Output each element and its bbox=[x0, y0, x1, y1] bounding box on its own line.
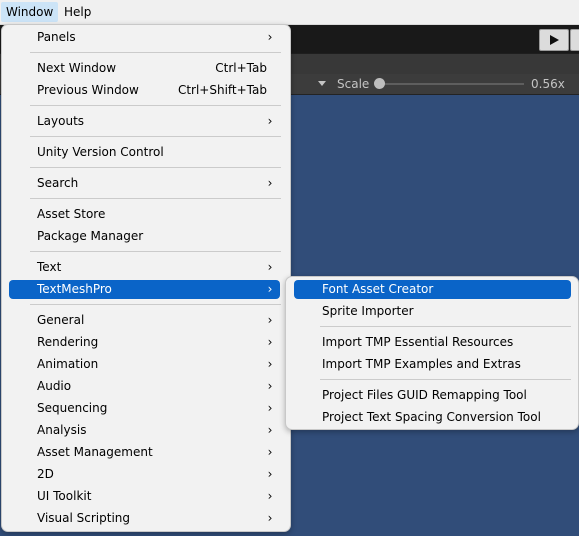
menu-item-font-asset-creator[interactable]: Font Asset Creator bbox=[294, 280, 571, 299]
menu-window[interactable]: Window bbox=[1, 2, 59, 22]
menu-item-label: Import TMP Examples and Extras bbox=[322, 357, 521, 371]
menu-item-2d[interactable]: 2D › bbox=[9, 465, 280, 484]
menu-separator bbox=[30, 136, 281, 137]
chevron-right-icon: › bbox=[267, 401, 273, 415]
chevron-right-icon: › bbox=[267, 260, 273, 274]
menu-item-shortcut: Ctrl+Shift+Tab bbox=[177, 83, 267, 97]
menu-item-next-window[interactable]: Next Window Ctrl+Tab bbox=[9, 59, 280, 78]
chevron-right-icon: › bbox=[267, 176, 273, 190]
menu-item-shortcut: Ctrl+Tab bbox=[215, 61, 267, 75]
menu-item-general[interactable]: General › bbox=[9, 311, 280, 330]
scale-label: Scale bbox=[337, 77, 370, 91]
menu-separator bbox=[30, 251, 281, 252]
menu-item-label: Analysis bbox=[37, 423, 87, 437]
menu-item-text[interactable]: Text › bbox=[9, 258, 280, 277]
menu-item-label: Asset Store bbox=[37, 207, 106, 221]
menu-item-label: Unity Version Control bbox=[37, 145, 164, 159]
scale-slider-track[interactable] bbox=[378, 83, 524, 85]
menu-separator bbox=[30, 52, 281, 53]
menu-separator bbox=[320, 379, 571, 380]
chevron-right-icon: › bbox=[267, 335, 273, 349]
menu-item-ui-toolkit[interactable]: UI Toolkit › bbox=[9, 487, 280, 506]
menu-item-label: Previous Window bbox=[37, 83, 139, 97]
menu-item-label: Panels bbox=[37, 30, 76, 44]
scale-slider-thumb[interactable] bbox=[374, 78, 385, 89]
menu-item-label: Visual Scripting bbox=[37, 511, 130, 525]
chevron-right-icon: › bbox=[267, 467, 273, 481]
chevron-right-icon: › bbox=[267, 379, 273, 393]
menu-item-asset-store[interactable]: Asset Store bbox=[9, 205, 280, 224]
play-button[interactable] bbox=[539, 29, 569, 51]
menu-item-label: Project Files GUID Remapping Tool bbox=[322, 388, 527, 402]
menu-item-import-tmp-essential-resources[interactable]: Import TMP Essential Resources bbox=[294, 333, 571, 352]
menu-separator bbox=[30, 198, 281, 199]
pause-button[interactable] bbox=[570, 29, 579, 51]
chevron-right-icon: › bbox=[267, 445, 273, 459]
menu-item-label: Audio bbox=[37, 379, 72, 393]
menu-item-import-tmp-examples[interactable]: Import TMP Examples and Extras bbox=[294, 355, 571, 374]
menu-item-search[interactable]: Search › bbox=[9, 174, 280, 193]
menu-item-sprite-importer[interactable]: Sprite Importer bbox=[294, 302, 571, 321]
chevron-down-icon[interactable] bbox=[318, 81, 326, 86]
scale-value: 0.56x bbox=[531, 77, 565, 91]
menu-item-package-manager[interactable]: Package Manager bbox=[9, 227, 280, 246]
menu-item-rendering[interactable]: Rendering › bbox=[9, 333, 280, 352]
menu-separator bbox=[30, 304, 281, 305]
menu-item-unity-version-control[interactable]: Unity Version Control bbox=[9, 143, 280, 162]
chevron-right-icon: › bbox=[267, 357, 273, 371]
menu-item-previous-window[interactable]: Previous Window Ctrl+Shift+Tab bbox=[9, 81, 280, 100]
chevron-right-icon: › bbox=[267, 489, 273, 503]
menu-item-label: 2D bbox=[37, 467, 54, 481]
menu-item-label: Layouts bbox=[37, 114, 85, 128]
menu-item-label: Animation bbox=[37, 357, 99, 371]
menu-item-label: Asset Management bbox=[37, 445, 153, 459]
chevron-right-icon: › bbox=[267, 282, 273, 296]
menu-bar: Window Help bbox=[0, 0, 579, 25]
menu-item-label: General bbox=[37, 313, 85, 327]
menu-separator bbox=[30, 105, 281, 106]
menu-item-label: Rendering bbox=[37, 335, 99, 349]
chevron-right-icon: › bbox=[267, 30, 273, 44]
menu-item-asset-management[interactable]: Asset Management › bbox=[9, 443, 280, 462]
menu-item-animation[interactable]: Animation › bbox=[9, 355, 280, 374]
chevron-right-icon: › bbox=[267, 511, 273, 525]
menu-item-analysis[interactable]: Analysis › bbox=[9, 421, 280, 440]
menu-item-label: Package Manager bbox=[37, 229, 144, 243]
menu-item-guid-remapping-tool[interactable]: Project Files GUID Remapping Tool bbox=[294, 386, 571, 405]
menu-help[interactable]: Help bbox=[59, 2, 96, 22]
menu-item-label: Sprite Importer bbox=[322, 304, 414, 318]
menu-item-label: Sequencing bbox=[37, 401, 108, 415]
menu-item-label: Next Window bbox=[37, 61, 117, 75]
menu-item-panels[interactable]: Panels › bbox=[9, 28, 280, 47]
menu-item-label: TextMeshPro bbox=[37, 282, 112, 296]
menu-item-layouts[interactable]: Layouts › bbox=[9, 112, 280, 131]
menu-item-label: UI Toolkit bbox=[37, 489, 92, 503]
menu-item-visual-scripting[interactable]: Visual Scripting › bbox=[9, 509, 280, 528]
menu-item-textmeshpro[interactable]: TextMeshPro › bbox=[9, 280, 280, 299]
menu-item-label: Search bbox=[37, 176, 79, 190]
menu-item-label: Project Text Spacing Conversion Tool bbox=[322, 410, 541, 424]
menu-item-sequencing[interactable]: Sequencing › bbox=[9, 399, 280, 418]
chevron-right-icon: › bbox=[267, 313, 273, 327]
chevron-right-icon: › bbox=[267, 114, 273, 128]
menu-item-label: Import TMP Essential Resources bbox=[322, 335, 514, 349]
chevron-right-icon: › bbox=[267, 423, 273, 437]
textmeshpro-submenu: Font Asset Creator Sprite Importer Impor… bbox=[285, 276, 579, 430]
menu-item-label: Text bbox=[37, 260, 62, 274]
menu-separator bbox=[320, 326, 571, 327]
menu-item-text-spacing-conversion-tool[interactable]: Project Text Spacing Conversion Tool bbox=[294, 408, 571, 427]
menu-separator bbox=[30, 167, 281, 168]
menu-item-audio[interactable]: Audio › bbox=[9, 377, 280, 396]
window-menu: Panels › Next Window Ctrl+Tab Previous W… bbox=[1, 24, 291, 532]
menu-item-label: Font Asset Creator bbox=[322, 282, 434, 296]
